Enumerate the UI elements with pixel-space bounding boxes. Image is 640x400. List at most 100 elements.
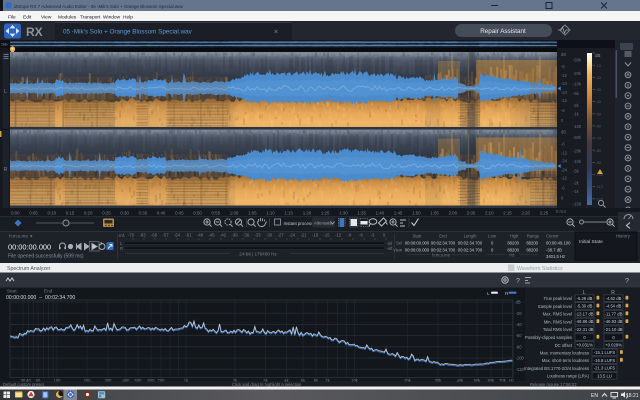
svg-text:-46.93 dB: -46.93 dB [604,319,622,324]
svg-text:00:02:34.700: 00:02:34.700 [458,241,483,246]
svg-text:Length: Length [464,234,477,239]
svg-text:Start: Start [413,234,423,239]
svg-text:Waveform Statistics: Waveform Statistics [517,266,563,272]
svg-text:dB: dB [561,130,566,135]
svg-text:1:10: 1:10 [266,211,275,216]
svg-text:-6: -6 [359,233,363,238]
svg-text:-21.3 LUFS: -21.3 LUFS [594,366,616,371]
svg-text:0:40: 0:40 [157,211,166,216]
svg-text:0:30: 0:30 [120,211,129,216]
svg-text:dB: dB [595,53,601,58]
svg-text:-50k: -50k [573,135,582,140]
svg-text:-24: -24 [561,159,568,164]
svg-text:-42: -42 [220,233,227,238]
svg-text:0:50: 0:50 [193,211,202,216]
svg-text:Hz: Hz [509,253,514,258]
svg-text:-38.7 dB: -38.7 dB [546,248,562,253]
svg-text:Repair Assistant: Repair Assistant [480,28,526,35]
svg-text:Max. momentary loudness: Max. momentary loudness [540,350,589,355]
svg-text:-18: -18 [312,233,319,238]
svg-text:-39: -39 [231,233,238,238]
svg-text:Transport: Transport [80,14,101,20]
svg-text:00:02:34.700: 00:02:34.700 [431,241,456,246]
svg-text:-100: -100 [516,356,525,361]
svg-text:-10: -10 [596,64,602,68]
svg-text:-4.52 dB: -4.52 dB [606,296,622,301]
svg-text:1:45: 1:45 [394,211,403,216]
svg-text:-45: -45 [208,233,215,238]
svg-text:2:00: 2:00 [449,211,458,216]
svg-text:Cursor: Cursor [546,234,559,239]
svg-text:dB: dB [516,300,521,305]
svg-text:2:20: 2:20 [521,211,530,216]
svg-text:-15.1 LUFS: -15.1 LUFS [594,350,616,355]
svg-text:-5k: -5k [573,91,580,96]
svg-text:File: File [8,14,16,20]
svg-text:1:30: 1:30 [339,211,348,216]
svg-text:0:20: 0:20 [84,211,93,216]
svg-text:-33: -33 [254,233,261,238]
svg-text:-10k: -10k [573,159,582,164]
svg-text:RX: RX [26,25,43,39]
svg-text:00:00:49.100: 00:00:49.100 [546,241,571,246]
svg-text:1:00: 1:00 [230,211,239,216]
svg-text:Initial State: Initial State [579,239,603,245]
svg-text:Min. RMS level: Min. RMS level [544,319,572,324]
svg-text:+0.029%: +0.029% [605,343,622,348]
svg-text:1:20: 1:20 [303,211,312,216]
svg-text:h:m:s.ms: h:m:s.ms [432,253,451,258]
svg-text:dB: dB [561,52,566,57]
svg-text:?: ? [516,278,520,285]
svg-text:End: End [439,234,447,239]
svg-text:L: L [4,89,7,95]
svg-text:File opened successfully (599: File opened successfully (599 ms) [8,254,84,260]
svg-text:Sample peak level: Sample peak level [538,304,572,309]
svg-text:-12: -12 [561,151,568,156]
svg-text:-60: -60 [596,125,602,129]
svg-text:3401.5 Hz: 3401.5 Hz [546,254,565,259]
svg-text:-5k: -5k [573,169,580,174]
svg-text:-22.31 dB: -22.31 dB [575,327,593,332]
svg-text:18:21: 18:21 [626,393,639,399]
svg-text:-120: -120 [516,367,525,372]
svg-text:iZotope RX 7 Advanced Audio Ed: iZotope RX 7 Advanced Audio Editor - 05 … [14,4,184,9]
svg-text:h:m:s: h:m:s [556,209,566,214]
svg-text:?: ? [625,278,629,285]
svg-text:-40: -40 [516,322,523,327]
svg-text:Help: Help [123,14,133,20]
svg-text:-100: -100 [573,202,582,207]
svg-text:2:15: 2:15 [503,211,512,216]
svg-text:Spectrum Analyzer: Spectrum Analyzer [7,266,51,272]
svg-text:-36: -36 [243,233,250,238]
svg-text:88200: 88200 [507,241,519,246]
svg-text:05 -Mik's Solo + Orange Blosso: 05 -Mik's Solo + Orange Blossom Special.… [63,29,193,36]
svg-text:Instant process: Instant process [284,221,315,226]
svg-text:-21: -21 [300,233,307,238]
svg-text:Modules: Modules [58,14,77,20]
svg-text:Sel: Sel [396,241,402,246]
svg-text:-110: -110 [596,185,603,189]
svg-text:EN: EN [591,393,598,399]
svg-text:DC offset: DC offset [555,343,573,348]
svg-text:-21.10 dB: -21.10 dB [604,327,622,332]
svg-text:-10k: -10k [573,82,582,87]
svg-text:Integrated BS.1770-2/3/4 loudn: Integrated BS.1770-2/3/4 loudness [524,366,589,371]
svg-text:History: History [616,234,631,239]
svg-text:L: L [487,291,490,297]
svg-text:Release mouse 17:56:02: Release mouse 17:56:02 [530,382,577,387]
svg-text:0:25: 0:25 [102,211,111,216]
svg-text:-60: -60 [151,233,158,238]
svg-text:1:35: 1:35 [357,211,366,216]
svg-text:2:25: 2:25 [540,211,549,216]
svg-text:True peak level: True peak level [544,296,573,301]
svg-text:-5.30 dB: -5.30 dB [577,304,593,309]
svg-text:-100: -100 [573,124,582,129]
svg-text:-50: -50 [596,112,602,116]
svg-text:-1k: -1k [573,112,580,117]
svg-text:-12: -12 [561,176,568,181]
svg-text:-15: -15 [323,233,330,238]
svg-text:Max. short-term loudness: Max. short-term loudness [542,358,589,363]
svg-text:R: R [4,167,8,173]
svg-text:-2k: -2k [573,181,580,186]
svg-text:-20: -20 [516,311,523,316]
